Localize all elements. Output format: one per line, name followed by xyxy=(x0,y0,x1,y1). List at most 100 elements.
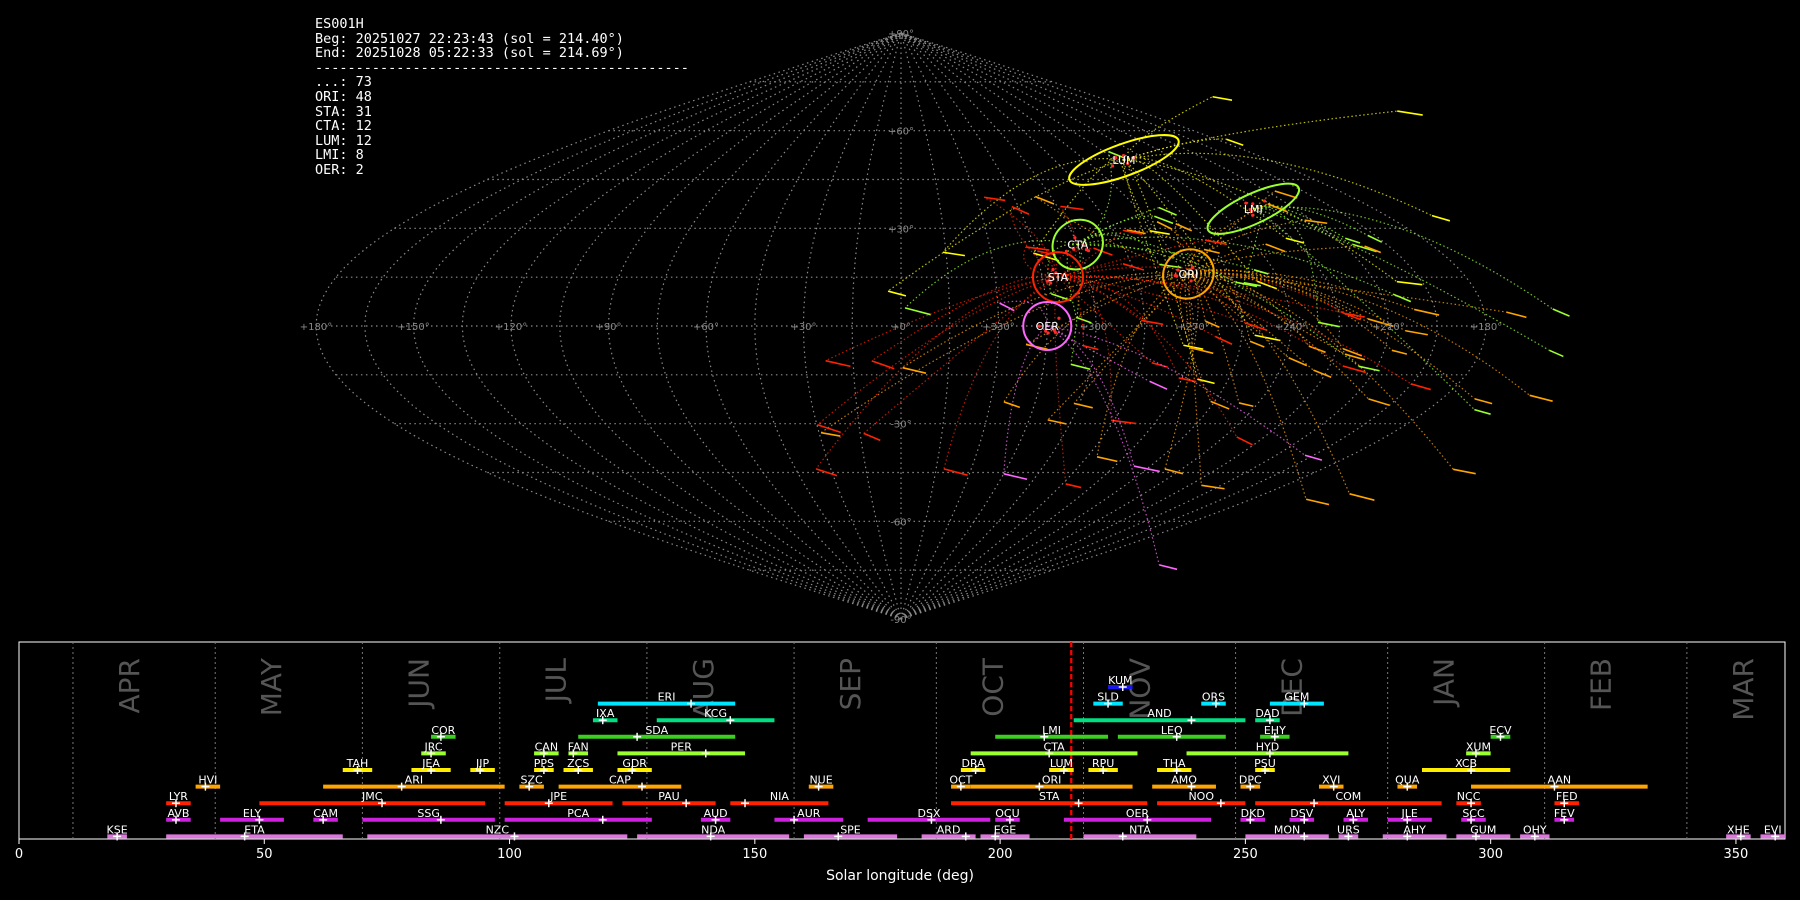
meteor-trail xyxy=(1188,273,1307,500)
shower-label: KSE xyxy=(107,823,128,836)
radiant-label: OER xyxy=(1036,320,1060,333)
meteor-segment xyxy=(1506,311,1527,319)
lat-label: +60° xyxy=(888,127,914,138)
meteor-segment xyxy=(1304,454,1323,461)
shower-label: KCG xyxy=(704,707,727,720)
meteor-segment xyxy=(1254,334,1281,342)
meteor-segment xyxy=(1073,402,1093,409)
shower-label: NOO xyxy=(1188,790,1214,803)
shower-label: CAM xyxy=(313,807,338,820)
shower-label: EVI xyxy=(1764,823,1782,836)
radiant-sky-map: LUM LMI ORI CTA STA OER +180° +150° +120° +90° +6… xyxy=(300,29,1570,626)
shower-label: ETA xyxy=(244,823,265,836)
meteor-segment xyxy=(1060,205,1084,211)
shower-label: CTA xyxy=(1044,740,1066,753)
shower-label: LMI xyxy=(1042,724,1061,737)
radiant-label: LMI xyxy=(1244,203,1263,216)
shower-label: STA xyxy=(1039,790,1060,803)
meteor-segment xyxy=(817,423,841,434)
shower-label: XCB xyxy=(1455,757,1477,770)
meteor-segment xyxy=(820,431,841,437)
month-label: DEC xyxy=(1276,658,1309,717)
lon-label: +300° xyxy=(1080,322,1112,333)
shower-label: ARD xyxy=(937,823,961,836)
shower-label: GDR xyxy=(622,757,647,770)
shower-label: QUA xyxy=(1395,774,1420,787)
meteor-segment xyxy=(1396,280,1423,286)
shower-label: AVB xyxy=(167,807,189,820)
meteor-segment xyxy=(1210,400,1230,410)
meteor-segment xyxy=(1397,110,1423,116)
meteor-segment xyxy=(1405,329,1428,336)
meteor-segment xyxy=(1345,237,1361,244)
meteor-trail xyxy=(815,276,1059,470)
x-tick-label: 200 xyxy=(988,847,1013,862)
meteor-segment xyxy=(1453,468,1476,475)
meteor-trail xyxy=(1077,151,1112,246)
meridian-line xyxy=(900,32,1390,620)
meteor-segment xyxy=(1305,498,1330,506)
shower-label: OER xyxy=(1126,807,1150,820)
radiant-point xyxy=(1262,199,1267,203)
shower-label: JIP xyxy=(475,757,489,770)
shower-label: ZCS xyxy=(567,757,589,770)
begin-time: Beg: 20251027 22:23:43 (sol = 214.40°) xyxy=(315,30,624,47)
shower-label: NZC xyxy=(486,823,510,836)
meteor-segment xyxy=(1111,419,1137,425)
meteor-segment xyxy=(1288,356,1308,367)
meteor-segment xyxy=(1410,383,1431,391)
count-row: LUM: 12 xyxy=(315,132,372,149)
shower-label: IXA xyxy=(596,707,615,720)
lat-label: -60° xyxy=(890,517,911,528)
meteor-segment xyxy=(1285,237,1305,244)
shower-label: ELY xyxy=(243,807,262,820)
meteor-trail xyxy=(1188,273,1351,495)
shower-label: URS xyxy=(1337,823,1360,836)
meteor-trail xyxy=(1057,266,1348,315)
meteor-segment xyxy=(1344,353,1366,361)
month-label: MAY xyxy=(255,657,288,716)
meteor-segment xyxy=(1214,335,1233,345)
meteor-trail xyxy=(1123,96,1213,161)
shower-label: JMC xyxy=(361,790,383,803)
shower-label: DPC xyxy=(1239,774,1262,787)
shower-label: JLE xyxy=(1401,807,1418,820)
station-code: ES001H xyxy=(315,16,364,32)
month-label: MAR xyxy=(1727,658,1760,721)
shower-label: FEV xyxy=(1554,807,1575,820)
shower-label: ORS xyxy=(1202,691,1225,704)
meteor-segment xyxy=(1201,484,1225,490)
month-label: OCT xyxy=(976,657,1009,717)
meteor-segment xyxy=(1133,465,1160,473)
shower-label: CAN xyxy=(535,740,558,753)
x-axis-title: Solar longitude (deg) xyxy=(826,868,974,884)
meteor-trail xyxy=(1253,206,1554,310)
shower-label: ALY xyxy=(1346,807,1365,820)
shower-label: LYR xyxy=(169,790,188,803)
meteor-trail xyxy=(1188,273,1346,355)
lon-label: +0° xyxy=(891,322,911,333)
shower-label: FAN xyxy=(568,740,589,753)
meteor-segment xyxy=(1308,345,1326,354)
shower-label: PER xyxy=(671,740,693,753)
shower-label: THA xyxy=(1162,757,1186,770)
meteor-segment xyxy=(1226,138,1244,146)
shower-label: TAH xyxy=(346,757,369,770)
radiant-circles: LUM LMI ORI CTA STA OER xyxy=(1022,134,1301,351)
shower-label: COR xyxy=(431,724,455,737)
lon-label: +210° xyxy=(1372,322,1404,333)
shower-label: SLD xyxy=(1097,691,1119,704)
shower-bars: KUM ERI SLD ORS GEM IXA KCG AND DAD COR SDA LMI LEQ E… xyxy=(107,674,1785,841)
meteor-segment xyxy=(1414,308,1440,316)
meteor-segment xyxy=(1159,564,1178,571)
shower-label: NUE xyxy=(809,774,832,787)
lon-label: +270° xyxy=(1177,322,1209,333)
shower-label: AUD xyxy=(704,807,728,820)
month-label: SEP xyxy=(834,658,867,710)
shower-label: XVI xyxy=(1322,774,1340,787)
meteor-segment xyxy=(1274,190,1298,199)
count-row: OER: 2 xyxy=(315,161,364,178)
separator: ----------------------------------------… xyxy=(315,59,689,76)
meteor-segment xyxy=(1096,456,1118,463)
meteor-segment xyxy=(1431,214,1451,222)
